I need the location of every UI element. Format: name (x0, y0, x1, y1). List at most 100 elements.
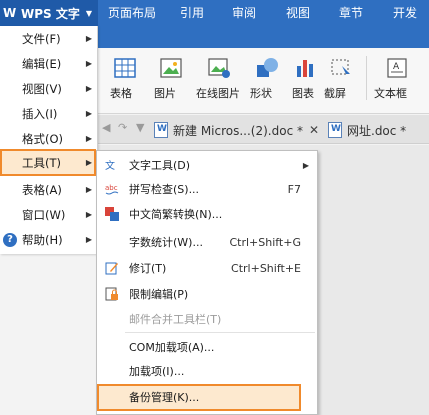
back-icon[interactable]: ◀ (102, 121, 110, 134)
chevron-right-icon: ▶ (85, 59, 92, 68)
ribbon-header (98, 26, 429, 48)
ribbon-separator (366, 56, 367, 100)
menu-item-label: 拼写检查(S)... (129, 183, 200, 196)
menu-separator (125, 332, 315, 333)
menu-item-addins[interactable]: 加载项(I)... (97, 359, 317, 383)
doc-tab-label: 网址.doc * (347, 123, 407, 138)
tab-page-layout[interactable]: 页面布局 (100, 4, 164, 24)
menu-item-label: 字数统计(W)... (129, 236, 203, 249)
chinese-convert-icon (105, 207, 119, 221)
wps-main-menu: 文件(F) ▶ 编辑(E) ▶ 视图(V) ▶ 插入(I) ▶ 格式(O) ▶ 工具(T)… (0, 26, 98, 254)
menu-item-view[interactable]: 视图(V) ▶ (0, 76, 98, 101)
chevron-right-icon: ▶ (85, 185, 92, 194)
tab-list-icon[interactable]: ▼ (136, 121, 144, 134)
ribbon-shape-label: 形状 (250, 87, 272, 100)
ribbon-textbox-label: 文本框 (374, 87, 407, 100)
menu-item-file[interactable]: 文件(F) ▶ (0, 26, 98, 51)
svg-text:abc: abc (105, 184, 118, 192)
menu-item-word-count[interactable]: 字数统计(W)... Ctrl+Shift+G (97, 230, 317, 254)
ribbon-screenshot-label: 截屏 (324, 87, 346, 100)
menu-item-help[interactable]: ? 帮助(H) ▶ (0, 227, 98, 252)
menu-item-edit[interactable]: 编辑(E) ▶ (0, 51, 98, 76)
menu-item-label: 中文简繁转换(N)... (129, 208, 223, 221)
doc-tab-new-microsoft[interactable]: 新建 Micros...(2).doc * ✕ (154, 119, 319, 141)
text-tools-icon: 文 (105, 159, 115, 172)
menu-item-label: 格式(O) (22, 131, 64, 146)
chart-icon (297, 60, 313, 77)
menu-item-label: COM加载项(A)... (129, 341, 215, 354)
menu-item-label: 加载项(I)... (129, 365, 185, 378)
tab-references[interactable]: 引用 (172, 4, 212, 24)
menu-item-com-addins[interactable]: COM加载项(A)... (97, 335, 317, 359)
ribbon-shape-button[interactable]: 形状 (250, 48, 284, 108)
close-icon[interactable]: ✕ (309, 123, 319, 137)
tab-review[interactable]: 审阅 (224, 4, 264, 24)
ribbon-picture-button[interactable]: 图片 (154, 48, 188, 108)
help-icon: ? (3, 232, 17, 247)
menu-item-label: 插入(I) (22, 106, 58, 121)
forward-icon[interactable]: ↷ (118, 121, 127, 134)
wps-menu-button[interactable]: W WPS 文字 ▼ (0, 0, 98, 26)
tab-chapter[interactable]: 章节 (331, 4, 371, 24)
menu-item-label: 帮助(H) (22, 232, 63, 247)
tab-developer[interactable]: 开发工 (385, 4, 429, 38)
doc-tab-wangzhi[interactable]: 网址.doc * (328, 119, 406, 141)
menu-item-window[interactable]: 窗口(W) ▶ (0, 202, 98, 227)
wps-logo-icon: W (3, 6, 17, 20)
menu-item-backup-manage[interactable]: 备份管理(K)... (97, 385, 317, 409)
ribbon-chart-label: 图表 (292, 87, 314, 100)
screenshot-icon (331, 59, 350, 78)
ribbon-picture-label: 图片 (154, 87, 176, 100)
menu-item-spell-check[interactable]: abc 拼写检查(S)... F7 (97, 177, 317, 201)
word-document-icon (154, 122, 168, 138)
chevron-right-icon: ▶ (85, 235, 92, 244)
chevron-down-icon: ▼ (85, 8, 93, 18)
tools-submenu: 文 文字工具(D) ▶ abc 拼写检查(S)... F7 中文简繁转换(N).… (96, 150, 318, 415)
tools-highlight-box (0, 149, 96, 176)
menu-item-label: 邮件合并工具栏(T) (129, 313, 222, 326)
chevron-right-icon: ▶ (85, 84, 92, 93)
word-document-icon (328, 122, 342, 138)
menu-item-label: 限制编辑(P) (129, 288, 189, 301)
menu-item-label: 修订(T) (129, 262, 167, 275)
textbox-icon: A (387, 58, 407, 78)
menu-item-label: 视图(V) (22, 81, 62, 96)
chevron-right-icon: ▶ (85, 210, 92, 219)
menu-item-restrict-edit[interactable]: 限制编辑(P) (97, 282, 317, 306)
shortcut-label: Ctrl+Shift+E (231, 261, 301, 275)
menu-item-format[interactable]: 格式(O) ▶ (0, 126, 98, 151)
menu-item-label: 编辑(E) (22, 56, 62, 71)
restrict-edit-icon (105, 287, 118, 301)
insert-ribbon: 表格 图片 在线图片 形状 图表 截屏 A 文本框 (98, 48, 429, 114)
ribbon-chart-button[interactable]: 图表 (292, 48, 320, 108)
ribbon-online-picture-label: 在线图片 (196, 87, 240, 100)
online-picture-icon (208, 58, 230, 78)
menu-item-label: 文件(F) (22, 31, 61, 46)
chevron-right-icon: ▶ (85, 134, 92, 143)
ribbon-screenshot-button[interactable]: 截屏 (324, 48, 358, 108)
svg-text:A: A (393, 62, 400, 72)
shortcut-label: F7 (287, 182, 301, 196)
ribbon-table-button[interactable]: 表格 (110, 48, 138, 108)
menu-item-chinese-convert[interactable]: 中文简繁转换(N)... (97, 202, 317, 226)
ribbon-textbox-button[interactable]: A 文本框 (374, 48, 422, 108)
svg-text:文: 文 (105, 159, 115, 172)
app-title: WPS 文字 (21, 6, 80, 21)
menu-item-revision[interactable]: 修订(T) Ctrl+Shift+E (97, 256, 317, 280)
ribbon-online-picture-button[interactable]: 在线图片 (196, 48, 244, 108)
menu-item-insert[interactable]: 插入(I) ▶ (0, 101, 98, 126)
spell-check-icon: abc (105, 184, 119, 195)
menu-item-label: 窗口(W) (22, 207, 66, 222)
doc-tab-label: 新建 Micros...(2).doc * (173, 123, 303, 138)
chevron-right-icon: ▶ (302, 160, 309, 170)
shape-icon (257, 58, 278, 77)
menu-item-text-tools[interactable]: 文 文字工具(D) ▶ (97, 153, 317, 177)
chevron-right-icon: ▶ (85, 109, 92, 118)
shortcut-label: Ctrl+Shift+G (229, 235, 301, 249)
tab-view[interactable]: 视图 (278, 4, 318, 24)
menu-item-label: 备份管理(K)... (129, 391, 200, 404)
table-icon (114, 58, 136, 78)
menu-item-label: 表格(A) (22, 182, 62, 197)
ribbon-table-label: 表格 (110, 87, 132, 100)
menu-item-table[interactable]: 表格(A) ▶ (0, 177, 98, 202)
